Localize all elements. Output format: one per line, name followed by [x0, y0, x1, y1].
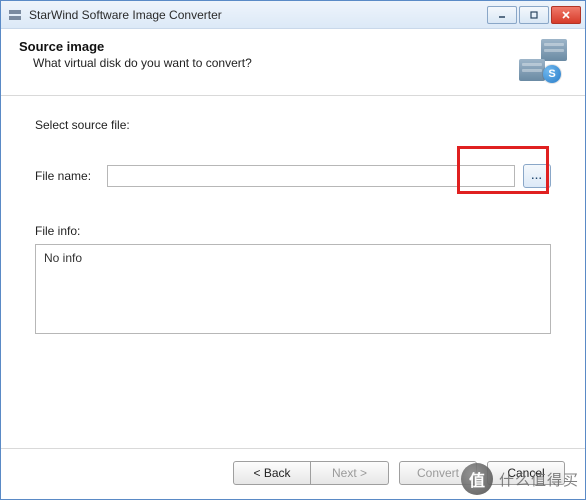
wizard-content: Select source file: File name: ... File … — [1, 96, 585, 448]
fileinfo-box: No info — [35, 244, 551, 334]
window-title: StarWind Software Image Converter — [29, 8, 487, 22]
browse-button[interactable]: ... — [523, 164, 551, 188]
filename-label: File name: — [35, 169, 99, 183]
select-source-label: Select source file: — [35, 118, 551, 132]
filename-row: File name: ... — [35, 164, 551, 188]
back-button[interactable]: < Back — [233, 461, 311, 485]
next-button[interactable]: Next > — [311, 461, 389, 485]
filename-input[interactable] — [107, 165, 515, 187]
header-text: Source image What virtual disk do you wa… — [19, 39, 519, 70]
titlebar: StarWind Software Image Converter — [1, 1, 585, 29]
wizard-header: Source image What virtual disk do you wa… — [1, 29, 585, 96]
window-buttons — [487, 6, 581, 24]
header-subtitle: What virtual disk do you want to convert… — [33, 56, 519, 70]
badge-icon: S — [543, 65, 561, 83]
header-title: Source image — [19, 39, 519, 54]
fileinfo-label: File info: — [35, 224, 551, 238]
cancel-button[interactable]: Cancel — [487, 461, 565, 485]
maximize-button[interactable] — [519, 6, 549, 24]
app-icon — [7, 7, 23, 23]
app-window: StarWind Software Image Converter Source… — [0, 0, 586, 500]
wizard-footer: < Back Next > Convert Cancel 值 什么值得买 — [1, 448, 585, 499]
fileinfo-text: No info — [44, 251, 82, 265]
convert-button[interactable]: Convert — [399, 461, 477, 485]
nav-buttons: < Back Next > — [233, 461, 389, 485]
close-button[interactable] — [551, 6, 581, 24]
servers-icon: S — [519, 39, 567, 81]
minimize-button[interactable] — [487, 6, 517, 24]
